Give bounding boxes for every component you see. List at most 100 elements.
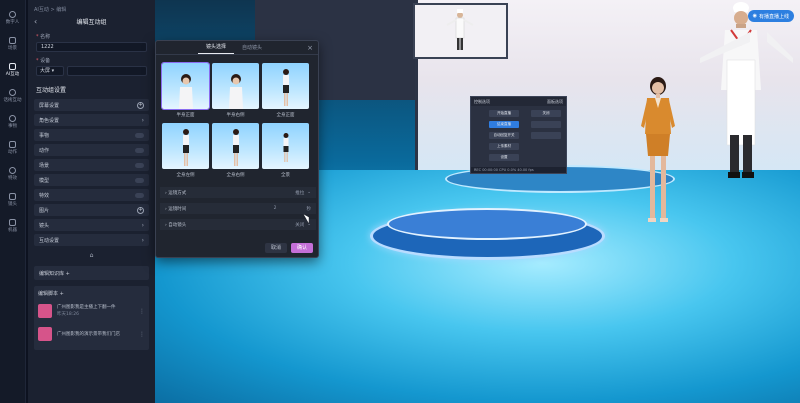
script-item[interactable]: 广州图影我的演示景带我们门店 ⋮ (38, 324, 145, 344)
option-value-text: 推拉 (295, 190, 305, 196)
script-item[interactable]: 广州图影我是主播上下翻一件 昨天18:26 ⋮ (38, 301, 145, 321)
preset-label: 全身正面 (276, 113, 295, 118)
nav-item-object[interactable]: 事物 (0, 110, 25, 134)
setting-row-camera[interactable]: 镜头 › (34, 219, 149, 231)
option-value-text: 关闭 (295, 222, 305, 228)
row-label: 场景 (39, 162, 50, 169)
setting-row-role[interactable]: 角色设置 › (34, 114, 149, 126)
setting-row-model[interactable]: 模型 (34, 174, 149, 186)
setting-row-motion[interactable]: 动作 (34, 144, 149, 156)
toggle-switch[interactable] (135, 132, 144, 138)
nav-item-camera[interactable]: 镜头 (0, 188, 25, 212)
row-label: 角色设置 (39, 117, 60, 124)
nav-item-ai-interaction[interactable]: AI互动 (0, 58, 25, 82)
option-row-auto-camera[interactable]: › 自动镜头 关闭 ⌄ (160, 219, 316, 230)
nav-item-talk[interactable]: 话術互动 (0, 84, 25, 108)
setting-row-image[interactable]: 图片 + (34, 204, 149, 216)
object-icon (9, 115, 16, 122)
row-label: 动作 (39, 147, 50, 154)
console-button[interactable]: 自动回复开关 (489, 132, 519, 139)
option-label: › 自动镜头 (165, 222, 187, 228)
confirm-button[interactable]: 确认 (290, 243, 313, 253)
option-row-camera-move[interactable]: › 运镜方式 推拉 ⌄ (160, 187, 316, 198)
chef-avatar (700, 2, 793, 178)
device-select[interactable]: 大屏 ▾ (36, 66, 64, 76)
name-input[interactable]: 1222 (36, 42, 147, 52)
add-icon[interactable]: + (137, 206, 144, 214)
breadcrumb[interactable]: AI互动 > 编辑 (28, 0, 155, 14)
camera-preset-card[interactable]: 全身右侧 (212, 123, 259, 181)
more-icon[interactable]: ⋮ (139, 308, 145, 315)
nav-item-motion[interactable]: 动作 (0, 136, 25, 160)
row-label: 屏幕设置 (39, 102, 60, 109)
row-label: 特效 (39, 192, 50, 199)
name-label-text: 名称 (40, 34, 51, 40)
setting-row-interaction[interactable]: 互动设置 › (34, 234, 149, 246)
toggle-switch[interactable] (135, 162, 144, 168)
setting-row-screen[interactable]: 屏幕设置 + (34, 99, 149, 111)
console-button[interactable]: 开始直播 (489, 110, 519, 117)
effect-icon (9, 167, 16, 174)
preset-figure (228, 74, 243, 109)
setting-row-scene[interactable]: 场景 (34, 159, 149, 171)
camera-preset-card[interactable]: 全景 (262, 123, 309, 181)
back-arrow-icon[interactable]: ‹ (34, 17, 44, 26)
option-label: › 运镜方式 (165, 190, 187, 196)
left-nav: 数字人 场景 AI互动 话術互动 事物 动作 特效 镜头 机器 (0, 0, 26, 403)
console-button[interactable]: 关闭 (531, 110, 561, 117)
scripts-title[interactable]: 编辑脚本 + (38, 290, 145, 297)
nav-label: 动作 (8, 150, 17, 155)
monitor-chef-figure (415, 5, 506, 57)
toggle-switch[interactable] (135, 177, 144, 183)
setting-row-object[interactable]: 事物 (34, 129, 149, 141)
more-icon[interactable]: ⋮ (139, 331, 145, 338)
tab-auto-camera[interactable]: 自动镜头 (234, 44, 270, 54)
console-slot[interactable] (531, 121, 561, 128)
device-detail-select[interactable] (67, 66, 147, 76)
device-label-text: 设备 (40, 58, 51, 64)
preset-figure (178, 74, 193, 109)
script-title: 广州图影我是主播上下翻一件 (57, 305, 116, 310)
option-value: 推拉 ⌄ (295, 190, 311, 196)
console-button[interactable]: 结束直播 (489, 121, 519, 128)
row-label: 事物 (39, 132, 50, 139)
console-status-bar: REC 00:00:00 CPU 0.0% 40.00 fps (471, 167, 566, 173)
console-slot[interactable] (531, 132, 561, 139)
knowledge-base-button[interactable]: 编辑知识库 + (34, 266, 149, 280)
nav-item-digital-human[interactable]: 数字人 (0, 6, 25, 30)
chevron-right-icon: › (141, 116, 144, 124)
option-row-camera-time[interactable]: › 运镜时间 2秒 (160, 203, 316, 214)
row-label: 图片 (39, 207, 50, 214)
device-select-value: 大屏 (40, 68, 51, 74)
nav-item-scene[interactable]: 场景 (0, 32, 25, 56)
camera-preset-card[interactable]: 半身正面 (161, 62, 210, 121)
preset-label: 全身左侧 (176, 173, 195, 178)
toggle-switch[interactable] (135, 147, 144, 153)
cancel-button[interactable]: 取消 (264, 243, 287, 253)
scene-icon (9, 37, 16, 44)
front-platform-top (387, 208, 587, 240)
option-unit: 秒 (306, 206, 312, 212)
camera-preset-card[interactable]: 全身正面 (262, 63, 309, 121)
console-button[interactable]: 上传素材 (489, 143, 519, 150)
edit-panel: AI互动 > 编辑 ‹ 编辑互动组 * 名称 1222 * 设备 大屏 ▾ 互动… (28, 0, 155, 403)
home-icon[interactable]: ⌂ (34, 250, 149, 260)
console-button[interactable]: 设置 (489, 154, 519, 161)
add-icon[interactable]: + (137, 101, 144, 109)
preset-thumbnail (262, 63, 309, 109)
nav-item-effect[interactable]: 特效 (0, 162, 25, 186)
camera-preset-card[interactable]: 半身右侧 (212, 63, 259, 121)
preset-figure (232, 129, 239, 166)
nav-item-machine[interactable]: 机器 (0, 214, 25, 238)
console-col2-title: 面板选项 (547, 99, 563, 104)
close-icon[interactable]: × (307, 44, 313, 52)
preview-monitor (413, 3, 508, 59)
camera-preset-card[interactable]: 全身左侧 (162, 123, 209, 181)
setting-row-effect[interactable]: 特效 (34, 189, 149, 201)
option-label-text: 运镜方式 (168, 190, 187, 196)
row-label: 互动设置 (39, 237, 60, 244)
tab-camera-select[interactable]: 镜头选择 (198, 43, 235, 54)
preset-thumbnail (161, 62, 210, 110)
toggle-switch[interactable] (135, 192, 144, 198)
row-label: 镜头 (39, 222, 50, 229)
